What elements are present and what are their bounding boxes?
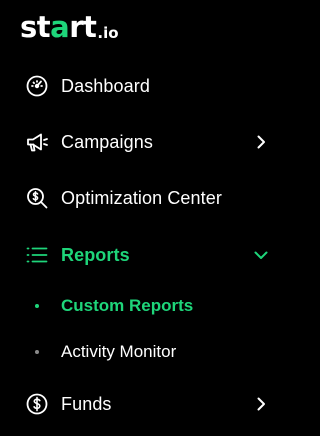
chevron-down-icon <box>254 251 268 259</box>
chevron-right-icon <box>257 397 265 411</box>
sidebar-item-label: Dashboard <box>61 75 150 96</box>
bullet-dot <box>35 304 39 308</box>
dollar-circle-icon <box>25 392 49 416</box>
list-icon <box>25 243 49 267</box>
sidebar-subitem-label: Activity Monitor <box>61 342 177 361</box>
sidebar-item-optimization-center[interactable]: Optimization Center <box>0 176 293 220</box>
sidebar-item-funds[interactable]: Funds <box>0 382 293 426</box>
sidebar-item-label: Optimization Center <box>61 187 222 208</box>
logo-wordmark: start <box>20 10 97 44</box>
sidebar-subitem-label: Custom Reports <box>61 296 194 315</box>
megaphone-icon <box>25 130 49 154</box>
chevron-right-icon <box>257 135 265 149</box>
bullet-dot <box>35 350 39 354</box>
sidebar-subitem-custom-reports[interactable]: Custom Reports <box>0 288 293 324</box>
sidebar-item-label: Funds <box>61 393 112 414</box>
logo-tld: .io <box>97 24 119 42</box>
sidebar-item-dashboard[interactable]: Dashboard <box>0 64 293 108</box>
sidebar-subitem-activity-monitor[interactable]: Activity Monitor <box>0 334 293 370</box>
start-io-logo[interactable]: start .io <box>20 10 119 42</box>
speedometer-icon <box>25 74 49 98</box>
sidebar-item-label: Reports <box>61 244 130 265</box>
sidebar-item-reports[interactable]: Reports <box>0 233 293 277</box>
search-dollar-icon <box>25 186 49 210</box>
sidebar-item-campaigns[interactable]: Campaigns <box>0 120 293 164</box>
sidebar-item-label: Campaigns <box>61 131 153 152</box>
